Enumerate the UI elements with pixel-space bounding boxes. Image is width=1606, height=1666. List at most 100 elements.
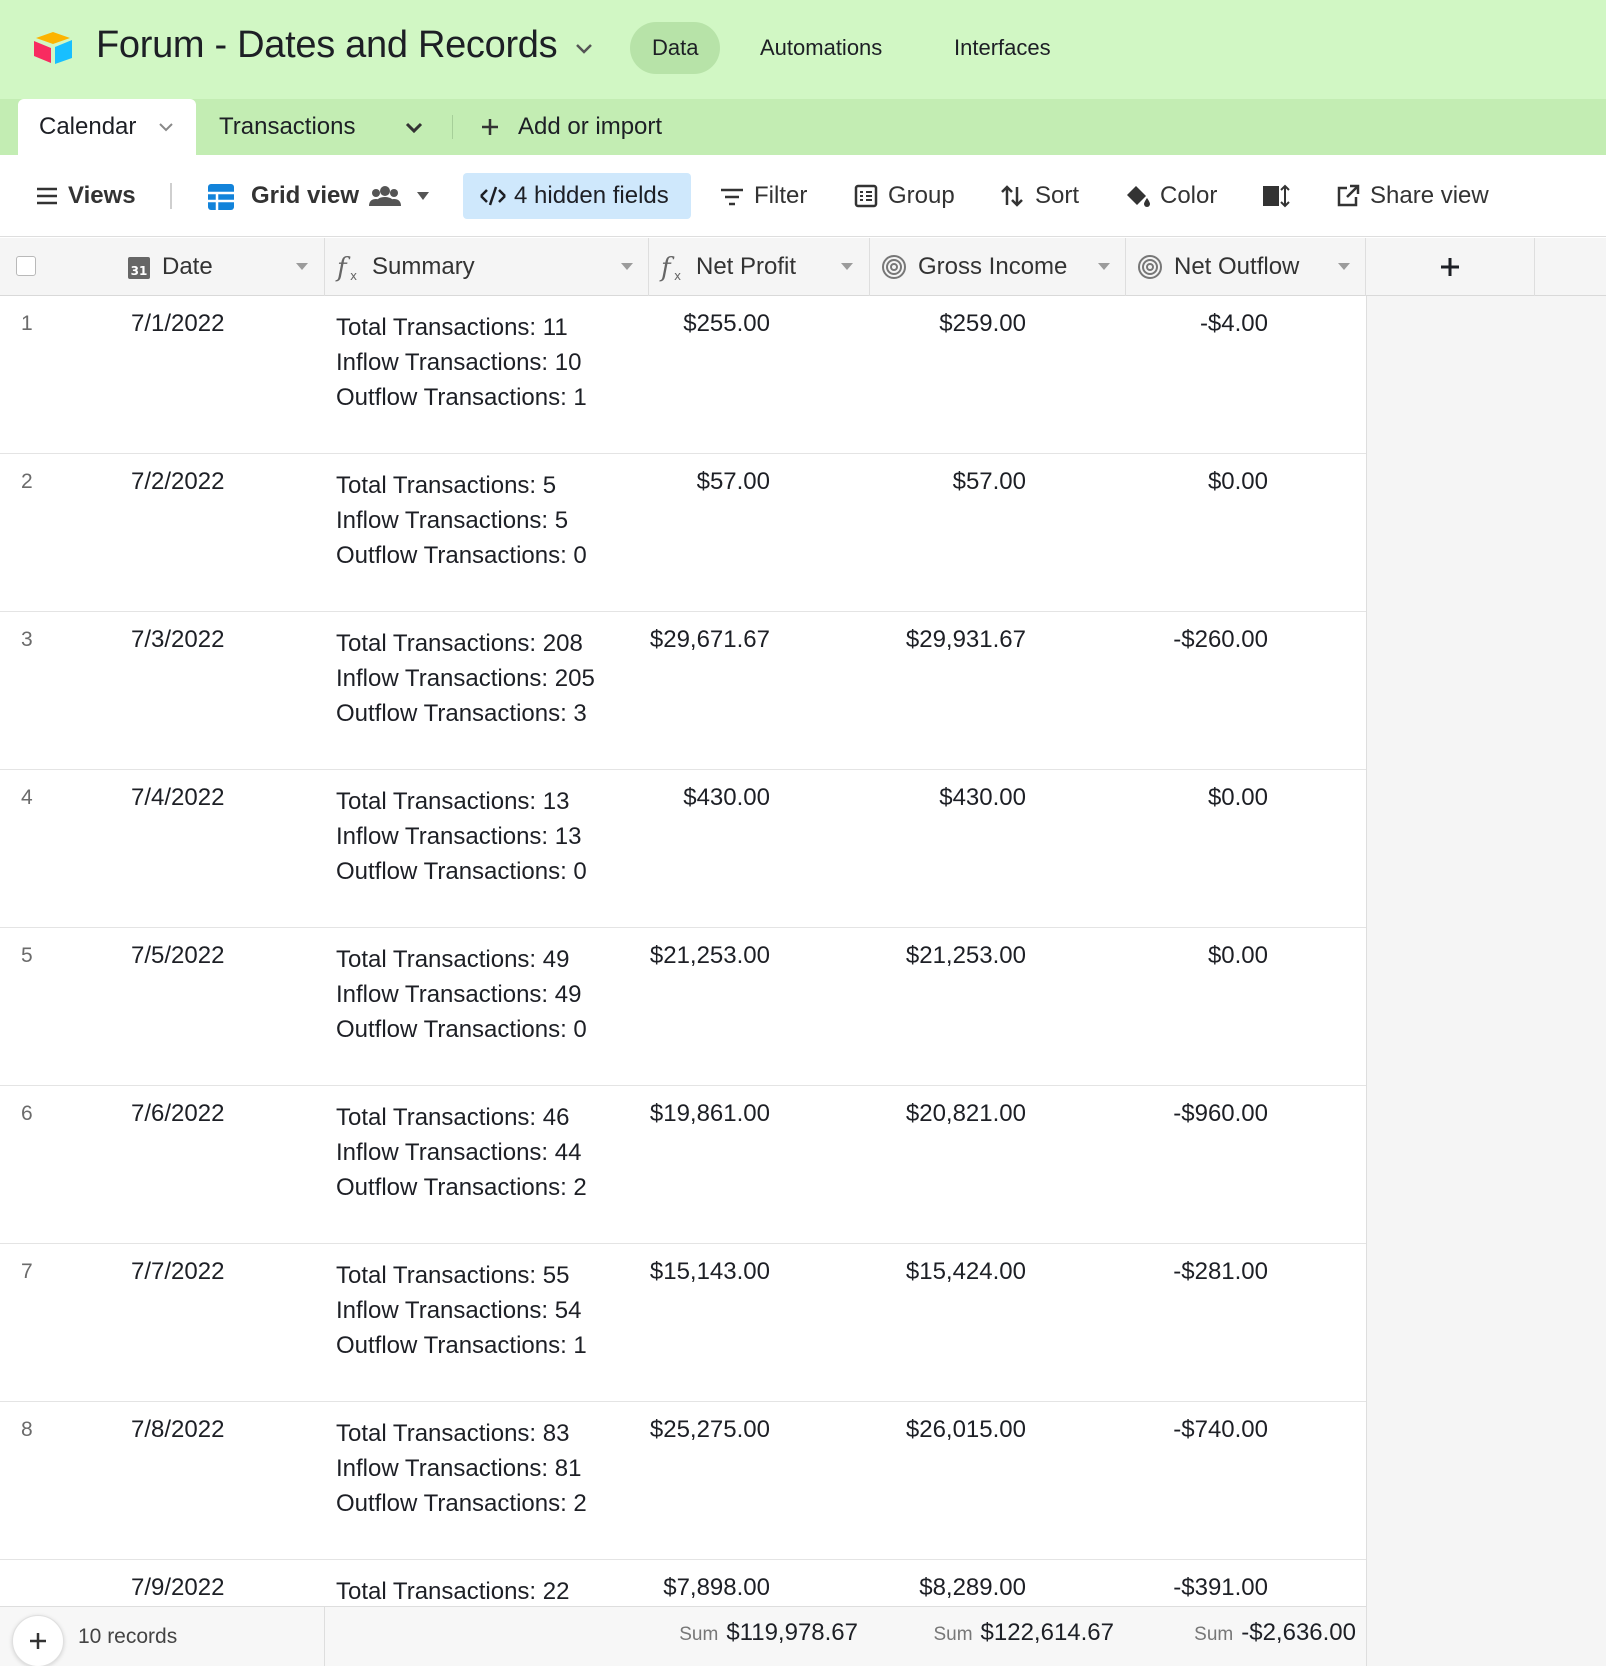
date-cell[interactable]: 7/9/2022 [131,1574,224,1606]
caret-down-icon[interactable] [417,192,429,200]
summary-cell[interactable]: Total Transactions: 49 Inflow Transaction… [336,942,587,1100]
header-gross-income[interactable]: Gross Income [870,238,1126,296]
date-cell[interactable]: 7/7/2022 [131,1258,224,1416]
add-field-button[interactable] [1366,238,1535,296]
net-profit-cell[interactable]: $57.00 [697,468,770,626]
base-title[interactable]: Forum - Dates and Records [96,24,558,67]
net-outflow-sum[interactable]: Sum -$2,636.00 [1194,1619,1356,1647]
gross-income-cell[interactable]: $8,289.00 [919,1574,1026,1606]
sort-button[interactable]: Sort [1000,173,1090,219]
filter-button[interactable]: Filter [720,173,820,219]
net-outflow-cell[interactable]: -$260.00 [1173,626,1268,784]
summary-line: Total Transactions: 22 [336,1578,570,1605]
summary-line: Total Transactions: 55 [336,1262,570,1289]
gross-income-cell[interactable]: $26,015.00 [906,1416,1026,1574]
date-cell[interactable]: 7/5/2022 [131,942,224,1100]
row-number: 4 [21,786,33,809]
group-button[interactable]: Group [854,173,964,219]
gross-income-cell[interactable]: $15,424.00 [906,1258,1026,1416]
chevron-down-icon[interactable] [574,42,594,56]
net-outflow-cell[interactable]: $0.00 [1208,784,1268,942]
gross-income-sum[interactable]: Sum $122,614.67 [933,1619,1114,1647]
gross-income-cell[interactable]: $57.00 [953,468,1026,626]
caret-down-icon[interactable] [1338,263,1350,270]
date-cell[interactable]: 7/8/2022 [131,1416,224,1574]
net-outflow-cell[interactable]: $0.00 [1208,942,1268,1100]
net-outflow-cell[interactable]: -$4.00 [1200,310,1268,468]
app-logo-icon[interactable] [32,30,74,66]
net-outflow-cell[interactable]: -$281.00 [1173,1258,1268,1416]
table-row[interactable]: 8 7/8/2022 Total Transactions: 83 Inflow … [0,1402,1366,1560]
net-profit-cell[interactable]: $19,861.00 [650,1100,770,1258]
summary-cell[interactable]: Total Transactions: 208 Inflow Transactio… [336,626,595,784]
gross-income-cell[interactable]: $21,253.00 [906,942,1026,1100]
header-date[interactable]: 31 Date [0,238,325,296]
gross-income-cell[interactable]: $20,821.00 [906,1100,1026,1258]
net-profit-cell[interactable]: $15,143.00 [650,1258,770,1416]
grid-view-switcher[interactable]: Grid view [207,173,437,219]
chevron-down-icon[interactable] [158,121,174,133]
date-cell[interactable]: 7/4/2022 [131,784,224,942]
summary-cell[interactable]: Total Transactions: 55 Inflow Transaction… [336,1258,587,1416]
gross-income-cell[interactable]: $29,931.67 [906,626,1026,784]
net-profit-cell[interactable]: $430.00 [683,784,770,942]
tab-transactions[interactable]: Transactions [219,99,429,155]
header-net-outflow[interactable]: Net Outflow [1126,238,1366,296]
summary-cell[interactable]: Total Transactions: 13 Inflow Transaction… [336,784,587,942]
gross-income-cell[interactable]: $259.00 [939,310,1026,468]
table-row[interactable]: 5 7/5/2022 Total Transactions: 49 Inflow … [0,928,1366,1086]
table-row[interactable]: 7/9/2022 Total Transactions: 22 $7,898.0… [0,1560,1366,1606]
net-outflow-cell[interactable]: $0.00 [1208,468,1268,626]
row-height-button[interactable] [1262,173,1292,219]
add-or-import-button[interactable]: Add or import [478,99,698,155]
chevron-down-icon[interactable] [404,121,424,135]
net-profit-cell[interactable]: $255.00 [683,310,770,468]
nav-interfaces[interactable]: Interfaces [932,22,1073,74]
summary-cell[interactable]: Total Transactions: 46 Inflow Transaction… [336,1100,587,1258]
caret-down-icon[interactable] [296,263,308,270]
table-row[interactable]: 4 7/4/2022 Total Transactions: 13 Inflow … [0,770,1366,928]
views-button[interactable]: Views [34,173,144,219]
net-profit-cell[interactable]: $25,275.00 [650,1416,770,1574]
net-profit-cell[interactable]: $21,253.00 [650,942,770,1100]
tab-calendar[interactable]: Calendar [18,99,196,155]
gross-income-cell[interactable]: $430.00 [939,784,1026,942]
sort-icon [1001,185,1023,207]
caret-down-icon[interactable] [621,263,633,270]
table-row[interactable]: 1 7/1/2022 Total Transactions: 11 Inflow … [0,296,1366,454]
summary-cell[interactable]: Total Transactions: 11 Inflow Transaction… [336,310,587,468]
summary-cell[interactable]: Total Transactions: 22 [336,1574,569,1606]
date-cell[interactable]: 7/6/2022 [131,1100,224,1258]
summary-cell[interactable]: Total Transactions: 5 Inflow Transactions… [336,468,587,626]
color-button[interactable]: Color [1124,173,1224,219]
nav-automations[interactable]: Automations [738,22,904,74]
date-cell[interactable]: 7/3/2022 [131,626,224,784]
header-net-profit[interactable]: fx Net Profit [649,238,870,296]
hidden-fields-button[interactable]: 4 hidden fields [463,173,691,219]
nav-data[interactable]: Data [630,22,721,74]
summary-line: Outflow Transactions: 0 [336,858,587,885]
header-label: Date [162,253,213,280]
caret-down-icon[interactable] [841,263,853,270]
net-profit-sum[interactable]: Sum $119,978.67 [679,1619,858,1647]
net-outflow-cell[interactable]: -$740.00 [1173,1416,1268,1574]
add-record-button[interactable] [12,1615,64,1666]
caret-down-icon[interactable] [1098,263,1110,270]
net-outflow-cell[interactable]: -$391.00 [1173,1574,1268,1606]
net-profit-cell[interactable]: $7,898.00 [663,1574,770,1606]
table-row[interactable]: 2 7/2/2022 Total Transactions: 5 Inflow T… [0,454,1366,612]
table-row[interactable]: 3 7/3/2022 Total Transactions: 208 Inflow… [0,612,1366,770]
net-outflow-cell[interactable]: -$960.00 [1173,1100,1268,1258]
share-view-button[interactable]: Share view [1336,173,1506,219]
net-profit-cell[interactable]: $29,671.67 [650,626,770,784]
group-label: Group [888,182,955,209]
date-cell[interactable]: 7/1/2022 [131,310,224,468]
table-row[interactable]: 7 7/7/2022 Total Transactions: 55 Inflow … [0,1244,1366,1402]
summary-cell[interactable]: Total Transactions: 83 Inflow Transaction… [336,1416,587,1574]
summary-line: Inflow Transactions: 5 [336,507,569,534]
header-summary[interactable]: fx Summary [325,238,649,296]
rollup-icon [1138,255,1162,279]
select-all-checkbox[interactable] [16,256,36,276]
date-cell[interactable]: 7/2/2022 [131,468,224,626]
table-row[interactable]: 6 7/6/2022 Total Transactions: 46 Inflow … [0,1086,1366,1244]
